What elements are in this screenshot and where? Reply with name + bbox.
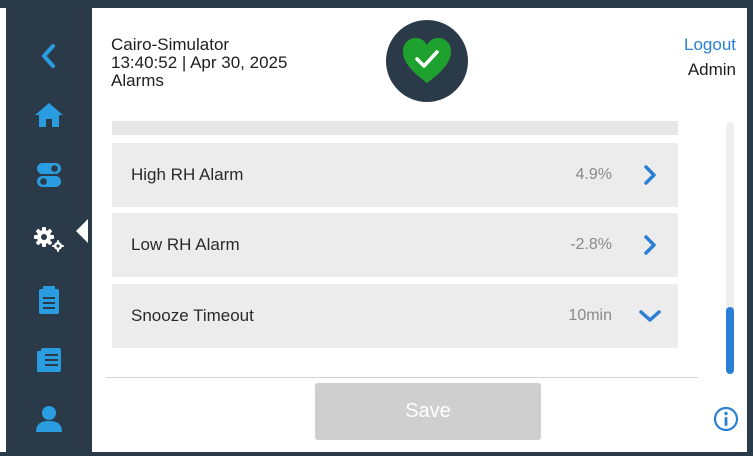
scrollbar-thumb[interactable] [726,307,734,374]
user-name: Admin [687,60,736,79]
heart-check-icon [403,38,451,83]
list-item-partial [112,121,678,135]
device-name: Cairo-Simulator [111,35,230,54]
setting-label: High RH Alarm [131,165,244,184]
frame-border [0,0,753,8]
sidebar-item-users[interactable] [6,391,92,447]
logout-link[interactable]: Logout [684,35,736,55]
sidebar-item-toggles[interactable] [6,147,92,203]
sidebar-item-home[interactable] [6,87,92,143]
divider [106,377,698,378]
save-button[interactable]: Save [315,383,541,440]
document-list-icon [37,348,61,372]
list-item-high-rh-alarm[interactable]: High RH Alarm 4.9% [112,143,678,207]
home-icon [35,103,63,127]
date-time: 13:40:52 | Apr 30, 2025 [111,53,288,72]
setting-value: 10min [568,307,612,324]
status-badge[interactable] [386,20,468,102]
sidebar-item-back[interactable] [6,28,92,84]
user-icon [36,406,62,432]
page-title: Alarms [111,71,164,90]
clipboard-icon [39,286,59,314]
sidebar-item-log[interactable] [6,272,92,328]
app-window: Cairo-Simulator 13:40:52 | Apr 30, 2025 … [0,0,753,456]
setting-value: 4.9% [575,166,612,183]
chevron-right-icon[interactable] [638,163,662,187]
frame-border [0,452,753,456]
info-icon[interactable] [713,406,739,432]
chevron-down-icon[interactable] [638,304,662,328]
active-item-indicator [76,219,88,243]
frame-border [747,0,753,456]
setting-label: Snooze Timeout [131,306,254,325]
gears-icon [34,227,64,252]
toggle-switches-icon [37,163,61,187]
list-item-snooze-timeout[interactable]: Snooze Timeout 10min [112,284,678,348]
setting-label: Low RH Alarm [131,235,240,254]
sidebar-item-reports[interactable] [6,332,92,388]
chevron-left-icon [42,44,55,68]
chevron-right-icon[interactable] [638,233,662,257]
setting-value: -2.8% [570,236,612,253]
list-item-low-rh-alarm[interactable]: Low RH Alarm -2.8% [112,213,678,277]
header: Cairo-Simulator 13:40:52 | Apr 30, 2025 … [92,8,747,118]
